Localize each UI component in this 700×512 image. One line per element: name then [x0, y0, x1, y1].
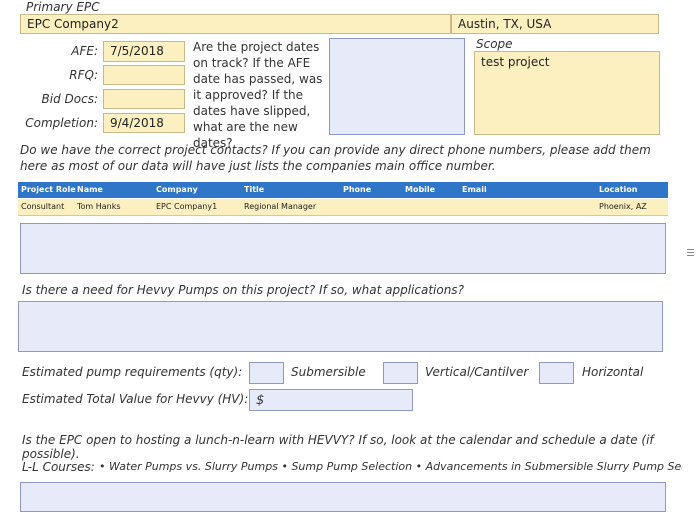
scope-label: Scope: [476, 37, 513, 51]
estimated-requirements-label: Estimated pump requirements (qty):: [22, 365, 243, 379]
courses-list: • Water Pumps vs. Slurry Pumps • Sump Pu…: [99, 460, 697, 473]
contacts-question: Do we have the correct project contacts?…: [20, 143, 651, 173]
row-location: Phoenix, AZ: [599, 202, 647, 211]
bid-docs-date-field[interactable]: [103, 89, 185, 109]
completion-date-field[interactable]: 9/4/2018: [103, 113, 185, 133]
col-header-mobile[interactable]: Mobile: [405, 182, 435, 198]
scope-field[interactable]: test project: [474, 51, 660, 135]
lunch-notes-input[interactable]: [20, 482, 666, 512]
epc-company-field[interactable]: EPC Company2: [20, 14, 451, 34]
contacts-notes-input[interactable]: [20, 223, 666, 274]
pumps-notes-input[interactable]: [18, 301, 663, 352]
total-value-label: Estimated Total Value for Hevvy (HV):: [22, 392, 249, 406]
epc-location-field[interactable]: Austin, TX, USA: [451, 14, 659, 34]
horizontal-label: Horizontal: [582, 365, 644, 379]
col-header-role[interactable]: Project Role: [21, 182, 76, 198]
rfq-label: RFQ:: [69, 68, 98, 82]
col-header-name[interactable]: Name: [77, 182, 103, 198]
afe-label: AFE:: [71, 44, 98, 58]
col-header-phone[interactable]: Phone: [343, 182, 371, 198]
scroll-grip-icon[interactable]: [687, 248, 694, 257]
submersible-qty-input[interactable]: [249, 362, 284, 384]
horizontal-qty-input[interactable]: [539, 362, 574, 384]
col-header-location[interactable]: Location: [599, 182, 638, 198]
col-header-company[interactable]: Company: [156, 182, 198, 198]
completion-label: Completion:: [25, 116, 98, 130]
afe-date-field[interactable]: 7/5/2018: [103, 41, 185, 62]
vertical-label: Vertical/Cantilver: [425, 365, 529, 379]
col-header-title[interactable]: Title: [244, 182, 264, 198]
dates-question: Are the project dates on track? If the A…: [193, 40, 323, 150]
courses-label: L-L Courses:: [22, 460, 95, 474]
row-role: Consultant: [21, 202, 65, 211]
row-name: Tom Hanks: [77, 202, 121, 211]
col-header-email[interactable]: Email: [462, 182, 487, 198]
contacts-table-header: Project Role Name Company Title Phone Mo…: [18, 182, 668, 198]
total-value-input[interactable]: $: [249, 389, 413, 411]
row-company: EPC Company1: [156, 202, 218, 211]
rfq-date-field[interactable]: [103, 65, 185, 85]
bid-docs-label: Bid Docs:: [41, 92, 98, 106]
lunch-learn-question: Is the EPC open to hosting a lunch-n-lea…: [22, 433, 654, 461]
pumps-question: Is there a need for Hevvy Pumps on this …: [22, 283, 464, 297]
primary-epc-label: Primary EPC: [26, 0, 100, 14]
table-row[interactable]: Consultant Tom Hanks EPC Company1 Region…: [18, 199, 668, 216]
dates-notes-input[interactable]: [329, 38, 465, 135]
row-title: Regional Manager: [244, 202, 317, 211]
vertical-qty-input[interactable]: [383, 362, 418, 384]
submersible-label: Submersible: [291, 365, 366, 379]
